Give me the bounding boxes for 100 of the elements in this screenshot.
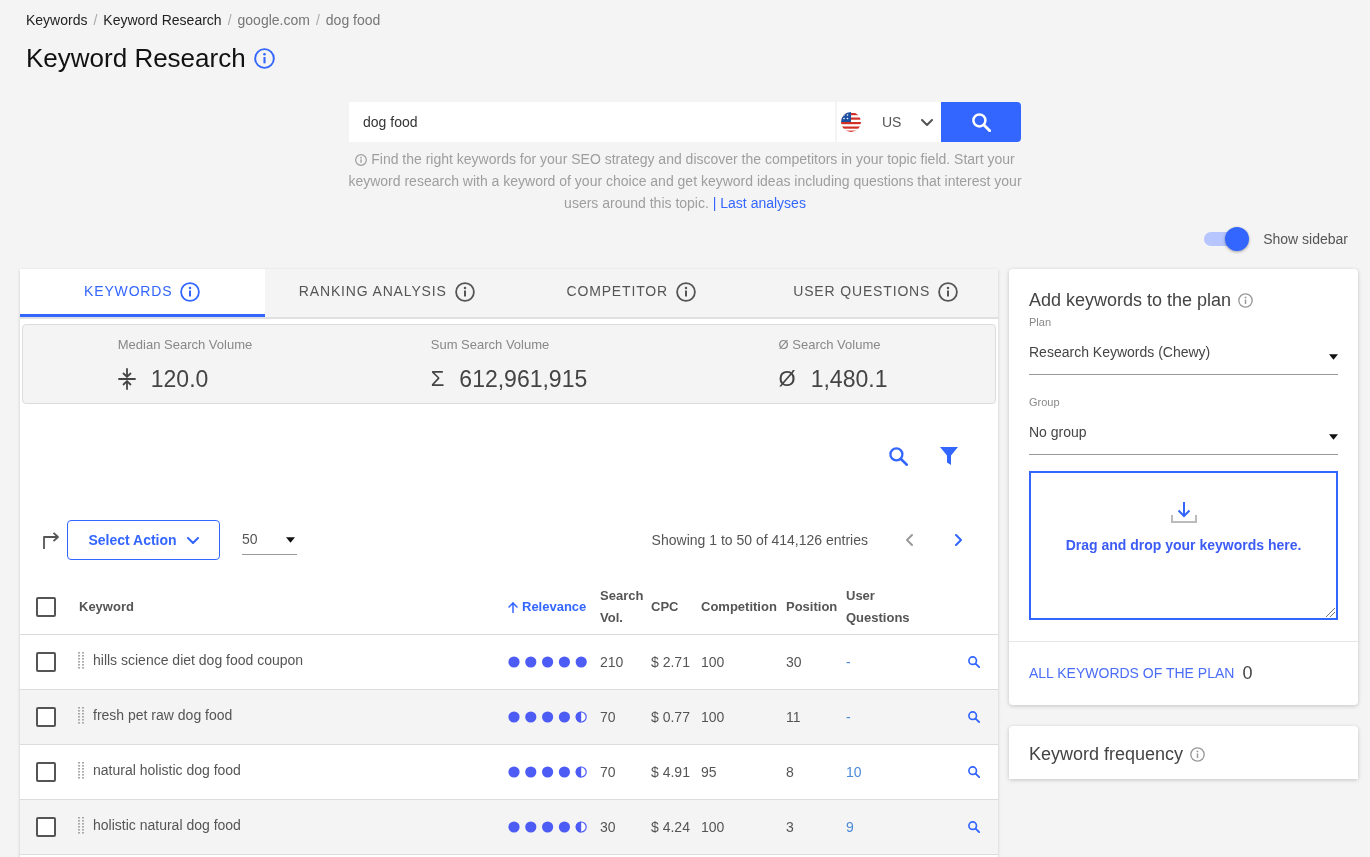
turn-right-arrow-icon bbox=[42, 531, 60, 549]
position-cell-text: 30 bbox=[786, 652, 802, 672]
position-cell-text: 8 bbox=[786, 762, 794, 782]
tab[interactable]: KEYWORDS bbox=[20, 269, 265, 317]
stat-symbol: Ø bbox=[778, 365, 796, 393]
search-field[interactable]: dog food bbox=[349, 102, 835, 142]
column-header[interactable]: Position bbox=[786, 596, 838, 618]
arrow-up-icon bbox=[508, 601, 518, 613]
stat-value: 612,961,915 bbox=[459, 365, 588, 394]
stat-label: Median Search Volume bbox=[117, 337, 253, 353]
card-title: Keyword frequency bbox=[1029, 743, 1184, 766]
caret-down-icon bbox=[1329, 353, 1338, 360]
competition-cell-text: 100 bbox=[701, 652, 725, 672]
page-title: Keyword Research bbox=[26, 42, 246, 74]
search-volume-cell-text: 70 bbox=[600, 707, 616, 727]
stat-value: 120.0 bbox=[150, 365, 209, 394]
competition-cell-text: 95 bbox=[701, 762, 717, 782]
search-icon bbox=[968, 766, 980, 778]
user-questions-link[interactable]: 10 bbox=[846, 761, 862, 783]
user-questions-link[interactable]: - bbox=[846, 651, 851, 673]
column-header[interactable]: Search Vol. bbox=[600, 585, 646, 629]
checkbox[interactable] bbox=[36, 652, 56, 672]
drag-handle-icon[interactable] bbox=[78, 651, 84, 669]
competition-cell-text: 100 bbox=[701, 707, 725, 727]
breadcrumb-link[interactable]: Keywords bbox=[26, 10, 88, 30]
chevron-down-icon bbox=[921, 118, 933, 126]
keyword-drop-zone[interactable]: Drag and drop your keywords here. bbox=[1029, 471, 1338, 620]
checkbox[interactable] bbox=[36, 817, 56, 837]
position-cell-text: 3 bbox=[786, 817, 794, 837]
group-select[interactable]: No group bbox=[1029, 415, 1338, 455]
column-header[interactable]: User Questions bbox=[846, 585, 916, 629]
chevron-right-icon bbox=[954, 534, 962, 546]
drag-handle-icon[interactable] bbox=[78, 761, 84, 779]
stat-label: Ø Search Volume bbox=[778, 337, 881, 353]
cpc-cell-text: $ 0.77 bbox=[651, 707, 690, 727]
info-icon bbox=[938, 281, 959, 302]
toggle-label: Show sidebar bbox=[1263, 229, 1348, 249]
search-icon bbox=[971, 112, 991, 132]
chevron-left-icon bbox=[905, 534, 913, 546]
cpc-cell-text: $ 4.24 bbox=[651, 817, 690, 837]
column-header[interactable]: Relevance bbox=[508, 596, 587, 618]
keyword-count: 0 bbox=[1242, 662, 1253, 685]
stat-value: 1,480.1 bbox=[810, 365, 888, 394]
breadcrumb-link[interactable]: Keyword Research bbox=[103, 10, 222, 30]
info-icon bbox=[1238, 292, 1254, 308]
stat-label: Sum Search Volume bbox=[430, 337, 550, 353]
select-action-button[interactable]: Select Action bbox=[67, 520, 220, 560]
per-page-select[interactable]: 50 bbox=[242, 525, 297, 555]
search-icon bbox=[968, 711, 980, 723]
breadcrumb-separator: / bbox=[315, 11, 320, 30]
breadcrumb-item: dog food bbox=[325, 11, 381, 30]
search-icon bbox=[968, 821, 980, 833]
search-volume-cell-text: 30 bbox=[600, 817, 616, 837]
checkbox[interactable] bbox=[36, 707, 56, 727]
info-icon bbox=[253, 47, 275, 69]
column-header[interactable]: Keyword bbox=[79, 596, 134, 618]
drag-handle-icon[interactable] bbox=[78, 706, 84, 724]
info-icon bbox=[1190, 746, 1206, 762]
chevron-down-icon bbox=[186, 536, 199, 544]
resize-grip-icon[interactable] bbox=[1326, 608, 1335, 617]
column-header[interactable]: CPC bbox=[651, 596, 679, 618]
sidebar-toggle[interactable] bbox=[1203, 227, 1250, 251]
us-flag-icon bbox=[841, 112, 861, 132]
info-icon bbox=[355, 154, 368, 166]
download-icon bbox=[1170, 501, 1197, 523]
info-icon bbox=[180, 281, 201, 302]
country-select[interactable]: US bbox=[837, 102, 941, 142]
breadcrumb-separator: / bbox=[227, 11, 232, 30]
last-analyses-link[interactable]: | Last analyses bbox=[712, 195, 806, 211]
stat-symbol: Σ bbox=[430, 365, 445, 393]
plan-label: Plan bbox=[1029, 315, 1053, 329]
caret-down-icon bbox=[1329, 433, 1338, 440]
keyword-cell-text: natural holistic dog food bbox=[93, 760, 241, 780]
search-volume-cell-text: 210 bbox=[600, 652, 624, 672]
cpc-cell-text: $ 2.71 bbox=[651, 652, 690, 672]
keyword-cell-text: holistic natural dog food bbox=[93, 815, 241, 835]
breadcrumb-item: google.com bbox=[237, 11, 310, 30]
column-header[interactable]: Competition bbox=[701, 596, 777, 618]
median-icon bbox=[117, 368, 136, 390]
all-keywords-link[interactable]: ALL KEYWORDS OF THE PLAN bbox=[1029, 663, 1235, 684]
info-icon bbox=[454, 281, 475, 302]
plan-select[interactable]: Research Keywords (Chewy) bbox=[1029, 335, 1338, 375]
checkbox[interactable] bbox=[36, 762, 56, 782]
keyword-cell-text: hills science diet dog food coupon bbox=[93, 650, 304, 670]
breadcrumb-separator: / bbox=[93, 11, 98, 30]
keyword-cell-text: fresh pet raw dog food bbox=[93, 705, 233, 725]
cpc-cell-text: $ 4.91 bbox=[651, 762, 690, 782]
group-label: Group bbox=[1029, 395, 1061, 409]
filter-icon bbox=[940, 447, 958, 465]
entries-count: Showing 1 to 50 of 414,126 entries bbox=[651, 530, 868, 550]
card-title: Add keywords to the plan bbox=[1029, 289, 1232, 312]
help-text: Find the right keywords for your SEO strategy and discover the competitors in your topic field. Start your keyword research with a keyword of your choice and get keyword ideas including questions that interest your users around this topic. | Last analyses bbox=[347, 150, 1023, 213]
search-button[interactable] bbox=[941, 102, 1021, 142]
competition-cell-text: 100 bbox=[701, 817, 725, 837]
search-volume-cell-text: 70 bbox=[600, 762, 616, 782]
checkbox[interactable] bbox=[36, 597, 56, 617]
info-icon bbox=[676, 281, 696, 302]
position-cell-text: 11 bbox=[786, 707, 801, 727]
search-icon bbox=[968, 656, 980, 668]
drag-handle-icon[interactable] bbox=[78, 816, 84, 834]
